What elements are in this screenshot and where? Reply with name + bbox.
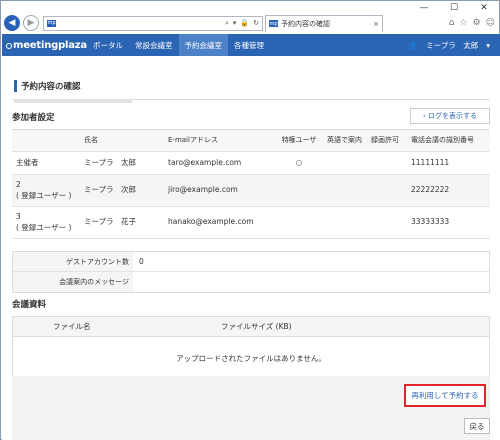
guest-settings-table: ゲストアカウント数 0 会議案内のメッセージ	[12, 251, 490, 293]
table-row: 3( 登録ユーザー ) ミープラ 花子 hanako@example.com 3…	[12, 207, 490, 239]
row-privileged: ○	[295, 157, 303, 167]
header-phone-id: 電話会議の識別番号	[411, 135, 474, 144]
guest-count-value: 0	[139, 257, 144, 266]
star-icon[interactable]: ☆	[459, 18, 467, 28]
search-icon[interactable]: ⌕	[225, 19, 229, 28]
smiley-icon[interactable]: ☺	[486, 18, 495, 28]
row-phone-id: 22222222	[411, 185, 450, 195]
participants-table: 氏名 E-mailアドレス 特権ユーザ 英語で案内 録画許可 電話会議の識別番号…	[12, 129, 490, 239]
back-page-button[interactable]: 戻る	[464, 418, 490, 434]
main-content: 予約内容の確認 参加者設定 › ログを表示する 氏名 E-mailアドレス 特権…	[2, 56, 500, 440]
files-heading: 会議資料	[12, 300, 47, 310]
user-name: ミープラ 太郎	[426, 40, 479, 50]
header-email: E-mailアドレス	[168, 135, 218, 144]
browser-tab[interactable]: mp 予約内容の確認 ×	[265, 14, 383, 32]
nav-permanent-room[interactable]: 常設会議室	[129, 34, 179, 56]
user-menu[interactable]: 👤 ミープラ 太郎 ▾	[409, 40, 500, 51]
participants-heading: 参加者設定	[12, 113, 55, 123]
header-english: 英語で案内	[327, 135, 362, 144]
address-bar[interactable]: mp ⌕ ▾ 🔒 ↻	[43, 15, 263, 31]
browser-window: — ☐ ✕ ◀ ▶ mp ⌕ ▾ 🔒 ↻ mp 予約内容の確認 × ⌂ ☆ ⚙ …	[0, 0, 500, 440]
row-role: 主催者	[16, 157, 39, 167]
header-recording: 録画許可	[371, 135, 399, 144]
header-privileged: 特権ユーザ	[281, 135, 317, 144]
files-col-name: ファイル名	[53, 322, 91, 331]
forward-button[interactable]: ▶	[23, 15, 39, 31]
app-header: meetingplaza ポータル 常設会議室 予約会議室 各種管理 👤 ミープ…	[2, 34, 500, 56]
table-row: 2( 登録ユーザー ) ミープラ 次郎 jiro@example.com 222…	[12, 175, 490, 207]
header-name: 氏名	[84, 135, 98, 144]
arrow-right-icon: ▶	[27, 18, 35, 28]
logo-text: meetingplaza	[13, 39, 87, 51]
meetingplaza-logo[interactable]: meetingplaza	[2, 40, 87, 51]
row-email: jiro@example.com	[168, 185, 238, 195]
page-title: 予約内容の確認	[14, 80, 81, 92]
title-underline	[14, 100, 132, 103]
table-row: 主催者 ミープラ 太郎 taro@example.com ○ 11111111	[12, 152, 490, 175]
row-phone-id: 33333333	[411, 217, 450, 227]
row-email: taro@example.com	[168, 157, 242, 167]
row-name: ミープラ 花子	[84, 217, 137, 227]
show-log-button[interactable]: › ログを表示する	[410, 108, 490, 124]
guest-count-row: ゲストアカウント数 0	[13, 252, 489, 272]
site-favicon-icon: mp	[47, 19, 56, 27]
back-button[interactable]: ◀	[4, 15, 20, 31]
row-role: 2( 登録ユーザー )	[16, 180, 72, 200]
table-header-row: 氏名 E-mailアドレス 特権ユーザ 英語で案内 録画許可 電話会議の識別番号	[12, 130, 490, 152]
dropdown-icon[interactable]: ▾	[233, 19, 237, 28]
guest-message-row: 会議案内のメッセージ	[13, 272, 489, 292]
logo-mark-icon	[6, 42, 12, 49]
page-title-box: 予約内容の確認	[12, 74, 490, 103]
row-name: ミープラ 次郎	[84, 185, 137, 195]
reuse-reservation-button[interactable]: 再利用して予約する	[404, 384, 486, 407]
home-icon[interactable]: ⌂	[449, 18, 455, 28]
nav-portal[interactable]: ポータル	[87, 34, 129, 56]
guest-count-label: ゲストアカウント数	[13, 252, 133, 271]
row-role: 3( 登録ユーザー )	[16, 212, 72, 232]
files-empty-message: アップロードされたファイルはありません。	[176, 353, 326, 363]
browser-toolbar: ◀ ▶ mp ⌕ ▾ 🔒 ↻ mp 予約内容の確認 × ⌂ ☆ ⚙ ☺	[1, 13, 499, 33]
row-phone-id: 11111111	[411, 157, 450, 167]
files-table: ファイル名 ファイルサイズ (KB) アップロードされたファイルはありません。	[12, 316, 490, 380]
nav-management[interactable]: 各種管理	[228, 34, 270, 56]
user-icon: 👤	[408, 40, 419, 50]
refresh-icon[interactable]: ↻	[253, 19, 259, 28]
tab-close-icon[interactable]: ×	[373, 20, 379, 28]
guest-message-label: 会議案内のメッセージ	[13, 272, 133, 292]
tab-title: 予約内容の確認	[281, 19, 330, 28]
files-col-size: ファイルサイズ (KB)	[221, 322, 292, 331]
files-header-row: ファイル名 ファイルサイズ (KB)	[13, 317, 489, 337]
chevron-down-icon: ▾	[486, 40, 490, 50]
lock-icon: 🔒	[240, 18, 250, 27]
arrow-left-icon: ◀	[8, 18, 16, 28]
nav-reserved-room[interactable]: 予約会議室	[178, 34, 228, 56]
row-email: hanako@example.com	[168, 217, 254, 227]
gear-icon[interactable]: ⚙	[473, 18, 481, 28]
row-name: ミープラ 太郎	[84, 157, 137, 167]
tab-favicon-icon: mp	[269, 20, 278, 27]
